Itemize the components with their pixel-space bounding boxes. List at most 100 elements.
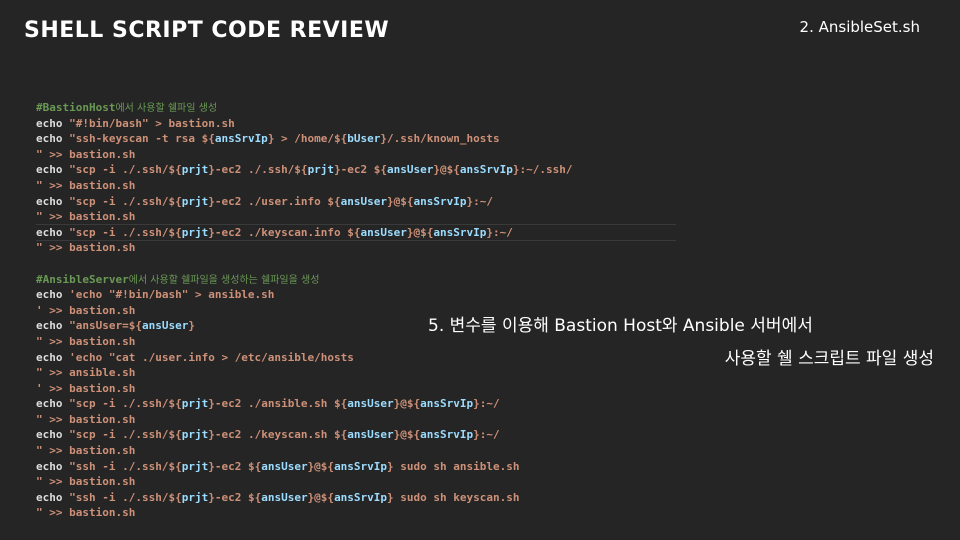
code-line: echo "scp -i ./.ssh/${prjt}-ec2 ./keysca… (36, 223, 676, 242)
code-line: echo "ssh -i ./.ssh/${prjt}-ec2 ${ansUse… (36, 459, 676, 475)
code-token: "ssh-keyscan -t rsa ${ (69, 132, 215, 146)
code-token: }:~/ (473, 397, 500, 411)
code-token: echo (36, 288, 70, 302)
code-token: " >> bastion.sh (36, 506, 136, 520)
code-token: ansUser (141, 319, 189, 333)
code-token: ansSrvIp (214, 132, 268, 146)
code-token: #AnsibleServer (36, 272, 129, 286)
code-token: " >> bastion.sh (36, 444, 136, 458)
code-line: " >> bastion.sh (36, 147, 676, 163)
code-token: }:~/ (486, 225, 513, 239)
code-line: echo 'echo "#!bin/bash" > ansible.sh (36, 287, 676, 303)
code-token: " >> bastion.sh (36, 475, 136, 489)
code-token: "scp -i ./.ssh/${ (69, 397, 182, 411)
code-token: " >> bastion.sh (36, 147, 136, 161)
code-line: echo 'echo "cat ./user.info > /etc/ansib… (36, 350, 676, 366)
code-token: }-ec2 ./user.info ${ (208, 194, 341, 208)
code-token: }@${ (393, 397, 421, 411)
code-line: " >> bastion.sh (36, 505, 676, 521)
code-token: prjt (181, 428, 209, 442)
slide-title: SHELL SCRIPT CODE REVIEW (24, 18, 390, 43)
code-line: echo "scp -i ./.ssh/${prjt}-ec2 ./ansibl… (36, 396, 676, 412)
code-token: echo (36, 163, 70, 177)
code-line: echo "scp -i ./.ssh/${prjt}-ec2 ./keysca… (36, 427, 676, 443)
explanation-note-line-2: 사용할 쉘 스크립트 파일 생성 (724, 349, 934, 369)
code-token: }:~/ (473, 428, 500, 442)
code-line: echo "ssh -i ./.ssh/${prjt}-ec2 ${ansUse… (36, 490, 676, 506)
code-token: prjt (181, 490, 209, 504)
code-token: }-ec2 ./keyscan.sh ${ (208, 428, 348, 442)
code-line: #BastionHost에서 사용할 쉘파일 생성 (36, 100, 676, 116)
code-token: 'echo "cat ./user.info > /etc/ansible/ho… (69, 350, 354, 364)
code-line: " >> bastion.sh (36, 474, 676, 490)
code-token: ansUser (261, 459, 308, 473)
code-token: " >> bastion.sh (36, 412, 136, 426)
code-token: ansSrvIp (334, 459, 388, 473)
code-token: echo (36, 132, 70, 146)
code-token: ' >> bastion.sh (36, 303, 136, 317)
code-token: " >> bastion.sh (36, 334, 136, 348)
code-token: "ansUser=${ (69, 319, 142, 333)
code-line: " >> bastion.sh (36, 178, 676, 194)
file-label: 2. AnsibleSet.sh (799, 18, 920, 36)
code-token: }:~/.ssh/ (512, 163, 573, 177)
code-token: }/.ssh/known_hosts (380, 132, 500, 146)
code-token: echo (36, 194, 70, 208)
code-token: ansSrvIp (459, 163, 513, 177)
code-line: " >> ansible.sh (36, 365, 676, 381)
code-token: "scp -i ./.ssh/${ (69, 194, 182, 208)
code-token: " >> bastion.sh (36, 210, 136, 224)
code-token: ansUser (347, 428, 394, 442)
code-token: ansSrvIp (334, 490, 388, 504)
code-token: } sudo sh ansible.sh (387, 459, 520, 473)
code-token: }-ec2 ./.ssh/${ (208, 163, 308, 177)
code-token: "ssh -i ./.ssh/${ (69, 459, 182, 473)
code-token: "scp -i ./.ssh/${ (69, 428, 182, 442)
code-token: "scp -i ./.ssh/${ (69, 163, 182, 177)
code-token: echo (36, 397, 70, 411)
code-token: prjt (181, 194, 209, 208)
code-line: " >> bastion.sh (36, 412, 676, 428)
code-token: ansUser (340, 194, 388, 208)
code-token: ansUser (261, 490, 308, 504)
code-line: " >> bastion.sh (36, 443, 676, 459)
code-token: echo (36, 428, 70, 442)
code-token: }-ec2 ${ (208, 459, 262, 473)
code-token: echo (36, 319, 70, 333)
explanation-note-line-1: 5. 변수를 이용해 Bastion Host와 Ansible 서버에서 (428, 316, 813, 336)
code-token: echo (36, 350, 70, 364)
code-token: } (188, 319, 195, 333)
code-token: ansUser (360, 225, 407, 239)
code-token: prjt (181, 163, 209, 177)
code-token: }@${ (307, 490, 335, 504)
code-token: "ssh -i ./.ssh/${ (69, 490, 182, 504)
code-token: " >> ansible.sh (36, 366, 136, 380)
code-token: } sudo sh keyscan.sh (387, 490, 520, 504)
code-token: 에서 사용할 쉘파일 생성 (115, 103, 218, 114)
code-line: echo "scp -i ./.ssh/${prjt}-ec2 ./user.i… (36, 194, 676, 210)
code-token: bUser (347, 132, 381, 146)
code-token: } > /home/${ (267, 132, 348, 146)
code-token: "scp -i ./.ssh/${ (69, 225, 182, 239)
code-token: ansUser (387, 163, 434, 177)
code-token: " >> bastion.sh (36, 241, 136, 255)
code-token: 'echo "#!bin/bash" > ansible.sh (69, 288, 275, 302)
code-token: ' >> bastion.sh (36, 381, 136, 395)
code-token: echo (36, 459, 70, 473)
code-token: prjt (181, 397, 209, 411)
code-line: #AnsibleServer에서 사용할 쉘파일을 생성하는 쉘파일을 생성 (36, 272, 676, 288)
code-token: }:~/ (466, 194, 494, 208)
code-token: }-ec2 ./keyscan.info ${ (208, 225, 361, 239)
code-line: echo "scp -i ./.ssh/${prjt}-ec2 ./.ssh/$… (36, 162, 676, 178)
code-line: ' >> bastion.sh (36, 381, 676, 397)
code-token: prjt (307, 163, 335, 177)
code-line: echo "#!bin/bash" > bastion.sh (36, 116, 676, 132)
code-line: " >> bastion.sh (36, 334, 676, 350)
code-token: ansSrvIp (420, 428, 474, 442)
code-token: ansSrvIp (413, 194, 467, 208)
code-token: 에서 사용할 쉘파일을 생성하는 쉘파일을 생성 (128, 274, 320, 286)
code-token: prjt (181, 225, 209, 239)
code-token: ansUser (347, 397, 394, 411)
code-token: echo (36, 116, 70, 130)
